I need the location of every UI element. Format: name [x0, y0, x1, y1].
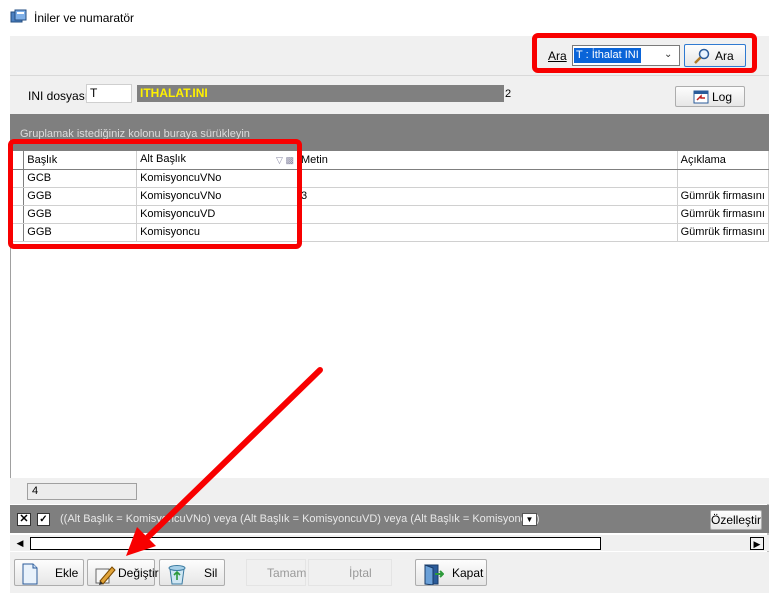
app-icon	[10, 9, 27, 23]
ini-filename: ITHALAT.INI	[140, 86, 208, 100]
delete-button-label: Sil	[204, 566, 218, 580]
ok-button-label: Tamam	[267, 566, 307, 580]
scroll-left-icon[interactable]: ◀	[13, 537, 27, 550]
title-bar: İniler ve numaratör	[0, 0, 769, 36]
add-button-label: Ekle	[55, 566, 79, 580]
scrollbar-thumb[interactable]	[30, 537, 601, 550]
cell-aciklama[interactable]: Gümrük firmasını	[677, 187, 769, 206]
pencil-icon	[95, 566, 116, 585]
scroll-right-icon[interactable]: ▶	[750, 537, 764, 550]
close-button[interactable]: Kapat	[415, 559, 487, 586]
edit-button-label: Değiştir	[118, 566, 159, 580]
ini-file-label: INI dosyası	[28, 89, 89, 103]
customize-button[interactable]: Özelleştir	[710, 510, 762, 530]
ok-button: Tamam	[246, 559, 306, 586]
filter-enabled-checkbox[interactable]: ✓	[37, 513, 50, 526]
delete-button[interactable]: Sil	[159, 559, 225, 586]
recycle-bin-icon	[168, 565, 186, 585]
cell-aciklama[interactable]: Gümrük firmasını	[677, 205, 769, 224]
add-button[interactable]: Ekle	[14, 559, 84, 586]
cancel-button-label: İptal	[349, 566, 372, 580]
cancel-button: İptal	[308, 559, 392, 586]
window-title: İniler ve numaratör	[34, 11, 135, 25]
ini-suffix: 2	[505, 88, 512, 100]
ini-code-field[interactable]: T	[86, 84, 132, 103]
log-button[interactable]: Log	[675, 86, 745, 107]
clear-filter-icon[interactable]: ✕	[17, 513, 31, 526]
cell-aciklama[interactable]	[677, 169, 769, 188]
annotation-box-rows	[8, 139, 302, 249]
new-document-icon	[22, 563, 38, 585]
log-icon	[693, 90, 709, 104]
cell-metin[interactable]	[297, 205, 678, 224]
filter-history-dropdown[interactable]: ▼	[522, 513, 537, 526]
log-button-label: Log	[712, 90, 733, 104]
cell-metin[interactable]	[297, 223, 678, 242]
column-header-label: Metin	[300, 153, 328, 166]
column-header-metin[interactable]: Metin	[297, 151, 678, 170]
column-header-label: Açıklama	[680, 153, 726, 166]
cell-metin[interactable]	[297, 169, 678, 188]
column-header-aciklama[interactable]: Açıklama	[677, 151, 769, 170]
edit-button[interactable]: Değiştir	[87, 559, 159, 586]
cell-aciklama[interactable]: Gümrük firmasını	[677, 223, 769, 242]
close-button-label: Kapat	[452, 566, 484, 580]
record-count: 4	[27, 483, 137, 500]
filter-expression[interactable]: ((Alt Başlık = KomisyoncuVNo) veya (Alt …	[60, 513, 540, 525]
cell-metin[interactable]: 3	[297, 187, 678, 206]
annotation-box-search	[532, 33, 757, 73]
exit-door-icon	[424, 564, 444, 585]
